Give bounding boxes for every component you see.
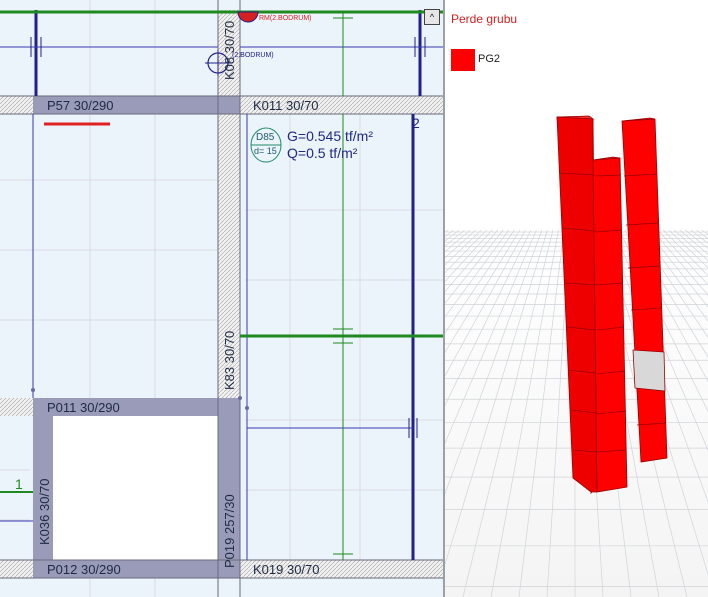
beam-label-k83[interactable]: K83 30/70 (222, 331, 237, 390)
hatched-beam (0, 398, 33, 416)
rm-marker-icon (237, 11, 259, 23)
hatched-beam (0, 96, 33, 114)
rm-label: RM(2.BODRUM) (259, 15, 312, 22)
slab-thickness: d= 15 (254, 146, 277, 156)
slab-q-load: Q=0.5 tf/m² (287, 145, 358, 161)
legend-label-pg2: PG2 (478, 53, 501, 65)
beam-label-p57[interactable]: P57 30/290 (47, 98, 114, 113)
beam-label-k011[interactable]: K011 30/70 (253, 98, 319, 113)
floor-plan-canvas[interactable]: P57 30/290 K011 30/70 P011 30/290 P012 3… (0, 0, 444, 597)
collapse-panel-button[interactable]: ^ (424, 9, 440, 25)
axis-label-1: 1 (15, 476, 23, 492)
beam-label-p011[interactable]: P011 30/290 (47, 400, 120, 415)
3d-scene (445, 49, 708, 597)
slab-g-load: G=0.545 tf/m² (287, 128, 373, 144)
beam-label-k019[interactable]: K019 30/70 (253, 562, 320, 577)
hatched-beam (0, 560, 33, 578)
node-label: (2.BODRUM) (232, 52, 274, 59)
legend-swatch-pg2 (451, 49, 475, 71)
beam-label-k036[interactable]: K036 30/70 (37, 478, 52, 545)
beam-label-p019[interactable]: P019 257/30 (222, 494, 237, 568)
3d-view-panel[interactable]: Perde grubu PG2 (445, 0, 708, 597)
slab-id[interactable]: D85 (256, 132, 274, 143)
axis-label-2: 2 (412, 115, 420, 131)
beam-label-p012[interactable]: P012 30/290 (47, 562, 121, 577)
beam-label-k08[interactable]: K08 30/70 (222, 21, 237, 80)
opening-white (53, 416, 218, 560)
gray-wall-segment (632, 349, 666, 392)
panel-title: Perde grubu (451, 12, 518, 26)
